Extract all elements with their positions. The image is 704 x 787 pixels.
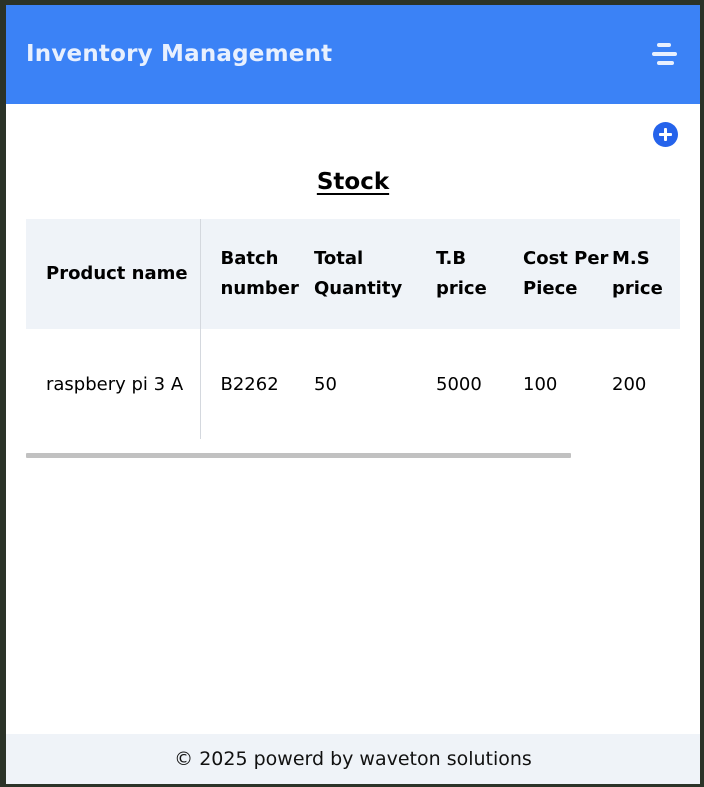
- column-header-batch-number[interactable]: Batch number: [200, 219, 314, 329]
- column-header-ms-price[interactable]: M.S price: [612, 219, 680, 329]
- footer-text: © 2025 powerd by waveton solutions: [174, 748, 532, 770]
- footer: © 2025 powerd by waveton solutions: [6, 734, 700, 784]
- cell-tb-price: 5000: [436, 373, 482, 395]
- column-header-tb-price[interactable]: T.B price: [436, 219, 523, 329]
- column-header-cost-per-piece[interactable]: Cost Per Piece: [523, 219, 612, 329]
- column-header-product-name[interactable]: Product name: [26, 219, 201, 329]
- cell-total-quantity: 50: [314, 373, 337, 395]
- app-window: Inventory Management Stock Product name …: [6, 5, 700, 784]
- app-header: Inventory Management: [6, 5, 700, 104]
- cell-cost-per-piece: 100: [523, 373, 558, 395]
- horizontal-scrollbar[interactable]: [26, 453, 571, 458]
- column-header-total-quantity[interactable]: Total Quantity: [314, 219, 436, 329]
- table-row[interactable]: raspbery pi 3 A B2262 50 5000 100 200: [26, 329, 680, 439]
- add-stock-button[interactable]: [653, 122, 678, 147]
- page-title: Stock: [316, 169, 390, 195]
- app-title: Inventory Management: [26, 41, 333, 67]
- stock-table: Product name Batch number Total Quantity…: [26, 219, 680, 439]
- stock-table-container: Product name Batch number Total Quantity…: [26, 219, 680, 439]
- hamburger-menu-icon[interactable]: [652, 42, 680, 68]
- cell-batch-number: B2262: [220, 373, 279, 395]
- table-header-row: Product name Batch number Total Quantity…: [26, 219, 680, 329]
- cell-ms-price: 200: [612, 373, 647, 395]
- cell-product-name: raspbery pi 3 A: [26, 329, 201, 439]
